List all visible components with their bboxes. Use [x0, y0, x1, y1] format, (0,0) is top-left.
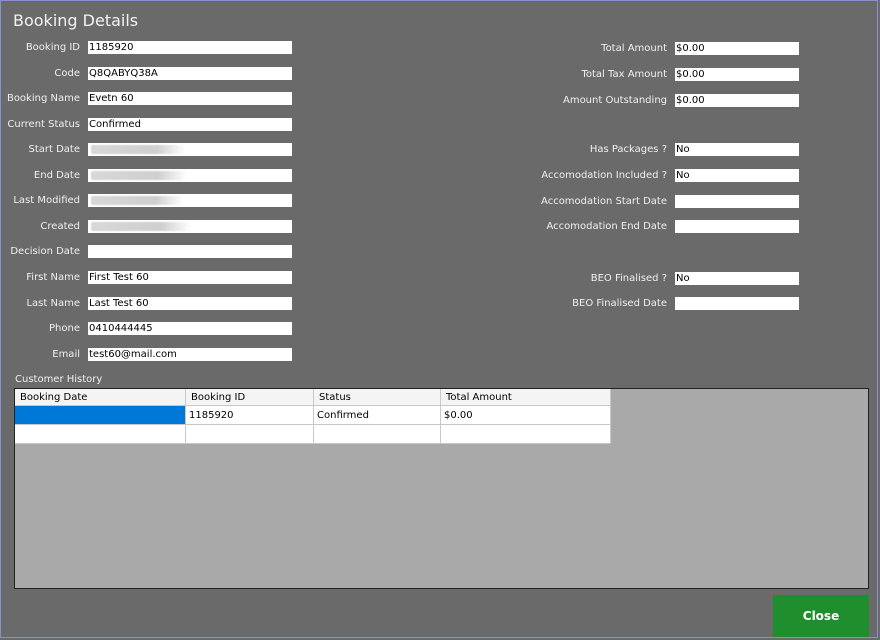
column-header-booking-date[interactable]: Booking Date: [15, 389, 186, 406]
column-header-booking-id[interactable]: Booking ID: [185, 389, 314, 406]
table-cell[interactable]: [15, 424, 186, 444]
customer-history-grid[interactable]: Booking Date Booking ID Status Total Amo…: [14, 388, 869, 589]
created-label: Created: [40, 221, 80, 232]
booking-details-window: Booking Details Booking ID 1185920 Code …: [0, 0, 878, 638]
accomodation-included-field[interactable]: No: [675, 169, 799, 182]
total-tax-amount-label: Total Tax Amount: [581, 69, 667, 80]
column-header-total-amount[interactable]: Total Amount: [440, 389, 611, 406]
table-cell[interactable]: [15, 405, 186, 425]
beo-finalised-field[interactable]: No: [675, 272, 799, 285]
decision-date-field[interactable]: [88, 245, 292, 258]
email-field[interactable]: test60@mail.com: [88, 348, 292, 361]
accomodation-start-date-field[interactable]: [675, 195, 799, 208]
decision-date-label: Decision Date: [10, 246, 80, 257]
accomodation-end-date-field[interactable]: [675, 220, 799, 233]
current-status-field[interactable]: Confirmed: [88, 118, 292, 131]
close-button[interactable]: Close: [773, 595, 869, 637]
redacted-value: [91, 171, 187, 180]
beo-finalised-date-field[interactable]: [675, 297, 799, 310]
created-field[interactable]: [88, 220, 292, 233]
column-header-status[interactable]: Status: [313, 389, 441, 406]
table-cell[interactable]: 1185920: [185, 405, 314, 425]
redacted-value: [91, 222, 191, 231]
booking-id-label: Booking ID: [25, 42, 80, 53]
accomodation-included-label: Accomodation Included ?: [541, 170, 667, 181]
table-cell[interactable]: [440, 424, 611, 444]
table-cell[interactable]: Confirmed: [313, 405, 441, 425]
start-date-field[interactable]: [88, 143, 292, 156]
phone-label: Phone: [49, 323, 80, 334]
total-amount-label: Total Amount: [601, 43, 667, 54]
phone-field[interactable]: 0410444445: [88, 322, 292, 335]
has-packages-label: Has Packages ?: [589, 144, 667, 155]
code-field[interactable]: Q8QABYQ38A: [88, 67, 292, 80]
accomodation-end-date-label: Accomodation End Date: [546, 221, 667, 232]
beo-finalised-date-label: BEO Finalised Date: [572, 298, 667, 309]
booking-id-field[interactable]: 1185920: [88, 41, 292, 54]
email-label: Email: [52, 349, 80, 360]
amount-outstanding-label: Amount Outstanding: [562, 95, 667, 106]
first-name-label: First Name: [26, 272, 80, 283]
last-modified-field[interactable]: [88, 194, 292, 207]
total-amount-field[interactable]: $0.00: [675, 42, 799, 55]
customer-history-table: Booking Date Booking ID Status Total Amo…: [15, 389, 611, 444]
start-date-label: Start Date: [28, 144, 80, 155]
table-header-row: Booking Date Booking ID Status Total Amo…: [15, 389, 611, 406]
table-cell[interactable]: $0.00: [440, 405, 611, 425]
has-packages-field[interactable]: No: [675, 143, 799, 156]
first-name-field[interactable]: First Test 60: [88, 271, 292, 284]
code-label: Code: [54, 68, 80, 79]
window-title: Booking Details: [13, 11, 139, 30]
last-name-field[interactable]: Last Test 60: [88, 297, 292, 310]
end-date-field[interactable]: [88, 169, 292, 182]
last-modified-label: Last Modified: [13, 195, 80, 206]
last-name-label: Last Name: [26, 298, 80, 309]
redacted-value: [91, 145, 185, 154]
current-status-label: Current Status: [7, 119, 80, 130]
booking-name-field[interactable]: Evetn 60: [88, 92, 292, 105]
customer-history-label: Customer History: [15, 374, 103, 385]
table-row[interactable]: 1185920 Confirmed $0.00: [15, 405, 611, 425]
accomodation-start-date-label: Accomodation Start Date: [541, 196, 667, 207]
total-tax-amount-field[interactable]: $0.00: [675, 68, 799, 81]
redacted-value: [91, 196, 183, 205]
table-cell[interactable]: [185, 424, 314, 444]
end-date-label: End Date: [33, 170, 80, 181]
table-cell[interactable]: [313, 424, 441, 444]
beo-finalised-label: BEO Finalised ?: [590, 273, 667, 284]
table-row[interactable]: [15, 424, 611, 444]
booking-name-label: Booking Name: [6, 93, 80, 104]
amount-outstanding-field[interactable]: $0.00: [675, 94, 799, 107]
